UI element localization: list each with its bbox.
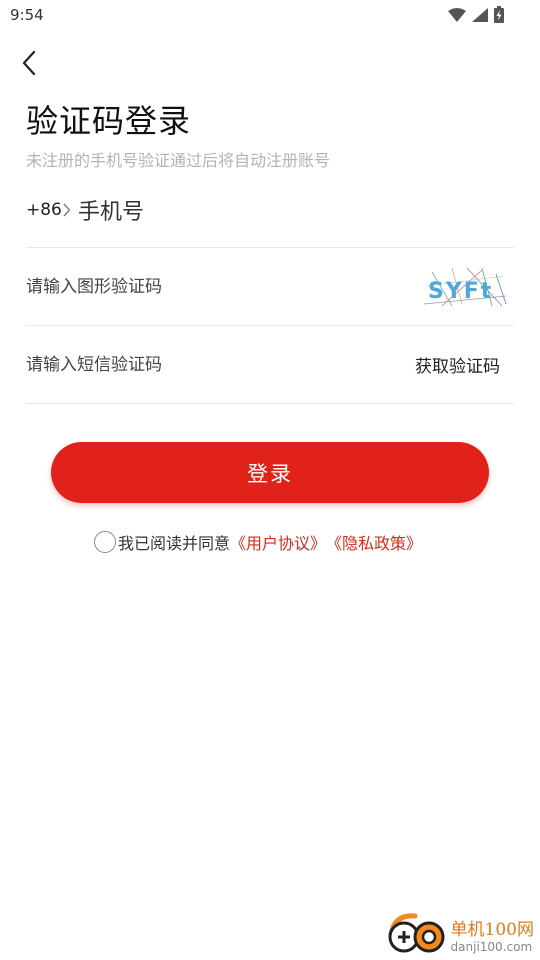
sms-row: 获取验证码	[26, 326, 514, 404]
battery-icon	[494, 6, 504, 23]
user-agreement-link[interactable]: 《用户协议》	[230, 530, 326, 554]
captcha-image[interactable]: SYFt	[422, 266, 508, 308]
status-bar: 9:54	[0, 0, 540, 32]
watermark-url: danji100.com	[450, 939, 533, 954]
chevron-left-icon	[22, 50, 36, 76]
watermark-name: 单机100网	[450, 919, 534, 940]
status-icons	[448, 6, 504, 23]
page-subtitle: 未注册的手机号验证通过后将自动注册账号	[26, 151, 331, 170]
signal-icon	[472, 7, 488, 22]
watermark: 单机100网 danji100.com	[385, 912, 534, 956]
country-code-selector[interactable]: +86	[26, 200, 71, 220]
login-button[interactable]: 登录	[51, 442, 489, 503]
agreement-checkbox[interactable]	[94, 531, 116, 553]
captcha-input[interactable]	[26, 272, 326, 302]
login-page: 9:54 验证码登录 未注册的手机号验证通过后将自动注册账号 +86 手机号 请…	[0, 0, 540, 960]
page-title: 验证码登录	[26, 102, 192, 140]
agreement-prefix: 我已阅读并同意	[118, 534, 231, 553]
captcha-row: SYFt	[26, 248, 514, 326]
chevron-right-icon	[63, 203, 71, 217]
captcha-text: SYFt	[428, 279, 493, 304]
wifi-icon	[448, 7, 466, 22]
phone-input[interactable]	[78, 194, 498, 230]
back-button[interactable]	[14, 46, 44, 80]
agreement-row: 我已阅读并同意 《用户协议》 《隐私政策》	[94, 530, 422, 554]
status-time: 9:54	[10, 6, 44, 24]
watermark-logo-icon	[388, 913, 445, 953]
privacy-policy-link[interactable]: 《隐私政策》	[326, 530, 422, 554]
country-code-label: +86	[26, 200, 62, 220]
get-code-button[interactable]: 获取验证码	[415, 352, 500, 377]
sms-code-input[interactable]	[26, 350, 326, 380]
phone-row: +86	[26, 178, 514, 248]
